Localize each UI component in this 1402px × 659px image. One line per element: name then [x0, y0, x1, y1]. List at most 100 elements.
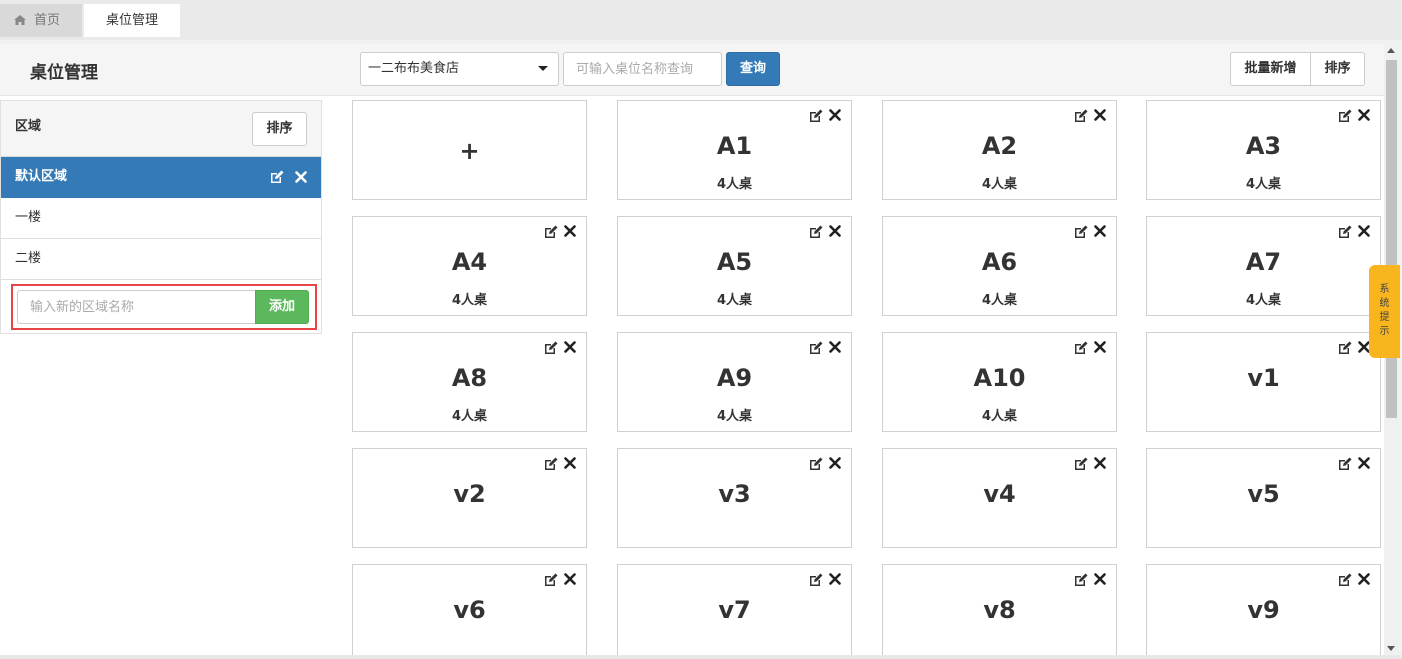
system-tip-char: 示 [1379, 326, 1390, 337]
edit-icon[interactable] [1338, 573, 1352, 587]
table-card[interactable]: A10 4人桌 [882, 332, 1117, 432]
edit-icon[interactable] [1074, 341, 1088, 355]
batch-add-button[interactable]: 批量新增 [1230, 52, 1311, 86]
edit-icon[interactable] [270, 170, 284, 184]
table-card[interactable]: A5 4人桌 [617, 216, 852, 316]
add-area-button[interactable]: 添加 [255, 290, 309, 324]
table-card[interactable]: A3 4人桌 [1146, 100, 1381, 200]
new-area-name-input[interactable] [17, 290, 257, 324]
scroll-thumb[interactable] [1386, 60, 1397, 418]
table-card[interactable]: v4 [882, 448, 1117, 548]
table-card[interactable]: A7 4人桌 [1146, 216, 1381, 316]
scroll-up-icon[interactable] [1387, 48, 1395, 53]
table-name: A5 [716, 248, 753, 276]
delete-icon[interactable] [295, 170, 307, 183]
area-item-default[interactable]: 默认区域 [1, 157, 321, 198]
table-seat-type: 4人桌 [1245, 177, 1282, 192]
table-name: A10 [973, 364, 1026, 392]
edit-icon[interactable] [1074, 109, 1088, 123]
table-card-ops [809, 457, 843, 471]
table-card[interactable]: v9 [1146, 564, 1381, 659]
delete-icon[interactable] [1094, 573, 1108, 587]
table-card[interactable]: v2 [352, 448, 587, 548]
table-card-ops [1338, 225, 1372, 239]
delete-icon[interactable] [1358, 109, 1372, 123]
tab-home[interactable]: 首页 [0, 4, 82, 37]
delete-icon[interactable] [1094, 341, 1108, 355]
table-card-ops [544, 457, 578, 471]
delete-icon[interactable] [564, 225, 578, 239]
table-name: A2 [981, 132, 1018, 160]
edit-icon[interactable] [809, 573, 823, 587]
table-name: A1 [716, 132, 753, 160]
sort-tables-button[interactable]: 排序 [1311, 52, 1365, 86]
delete-icon[interactable] [829, 109, 843, 123]
area-panel: 区域 排序 默认区域 一楼 二楼 添加 [0, 100, 322, 334]
edit-icon[interactable] [1338, 341, 1352, 355]
system-tip-tab[interactable]: 系 统 提 示 [1369, 265, 1400, 358]
area-item-floor-2[interactable]: 二楼 [1, 239, 321, 280]
table-search-input[interactable] [563, 52, 722, 86]
table-card-ops [1074, 573, 1108, 587]
edit-icon[interactable] [1338, 225, 1352, 239]
area-item-floor-1[interactable]: 一楼 [1, 198, 321, 239]
delete-icon[interactable] [829, 457, 843, 471]
table-card[interactable]: v6 [352, 564, 587, 659]
table-card-ops [1074, 225, 1108, 239]
tab-table-management[interactable]: 桌位管理 [84, 4, 180, 37]
table-card-ops [1338, 341, 1372, 355]
delete-icon[interactable] [1358, 573, 1372, 587]
table-card[interactable]: v7 [617, 564, 852, 659]
tab-home-label: 首页 [34, 13, 61, 28]
delete-icon[interactable] [1094, 109, 1108, 123]
sort-areas-button[interactable]: 排序 [252, 112, 307, 146]
scroll-down-icon[interactable] [1387, 646, 1395, 651]
add-table-card[interactable]: + [352, 100, 587, 200]
edit-icon[interactable] [1074, 573, 1088, 587]
table-card-ops [1338, 457, 1372, 471]
table-card[interactable]: A2 4人桌 [882, 100, 1117, 200]
query-button[interactable]: 查询 [726, 52, 780, 86]
system-tip-char: 统 [1379, 298, 1390, 309]
edit-icon[interactable] [1074, 225, 1088, 239]
delete-icon[interactable] [829, 341, 843, 355]
delete-icon[interactable] [564, 341, 578, 355]
table-card[interactable]: A8 4人桌 [352, 332, 587, 432]
table-card[interactable]: A4 4人桌 [352, 216, 587, 316]
table-card[interactable]: v1 [1146, 332, 1381, 432]
table-card[interactable]: A1 4人桌 [617, 100, 852, 200]
edit-icon[interactable] [1074, 457, 1088, 471]
edit-icon[interactable] [1338, 457, 1352, 471]
table-seat-type: 4人桌 [451, 409, 488, 424]
delete-icon[interactable] [829, 225, 843, 239]
delete-icon[interactable] [1358, 225, 1372, 239]
edit-icon[interactable] [544, 341, 558, 355]
delete-icon[interactable] [564, 573, 578, 587]
delete-icon[interactable] [1094, 457, 1108, 471]
delete-icon[interactable] [564, 457, 578, 471]
edit-icon[interactable] [809, 109, 823, 123]
delete-icon[interactable] [1358, 457, 1372, 471]
store-select[interactable]: 一二布布美食店 [360, 52, 559, 86]
edit-icon[interactable] [1338, 109, 1352, 123]
add-table-plus-icon: + [459, 137, 480, 165]
table-name: A3 [1245, 132, 1282, 160]
table-card[interactable]: v5 [1146, 448, 1381, 548]
table-card-ops [809, 225, 843, 239]
delete-icon[interactable] [1094, 225, 1108, 239]
edit-icon[interactable] [544, 457, 558, 471]
delete-icon[interactable] [829, 573, 843, 587]
table-seat-type: 4人桌 [716, 293, 753, 308]
edit-icon[interactable] [544, 225, 558, 239]
system-tip-char: 系 [1379, 284, 1390, 295]
table-card[interactable]: v8 [882, 564, 1117, 659]
edit-icon[interactable] [544, 573, 558, 587]
table-name: A4 [451, 248, 488, 276]
edit-icon[interactable] [809, 341, 823, 355]
table-card[interactable]: A6 4人桌 [882, 216, 1117, 316]
edit-icon[interactable] [809, 225, 823, 239]
table-card[interactable]: v3 [617, 448, 852, 548]
table-card[interactable]: A9 4人桌 [617, 332, 852, 432]
edit-icon[interactable] [809, 457, 823, 471]
table-card-ops [809, 573, 843, 587]
